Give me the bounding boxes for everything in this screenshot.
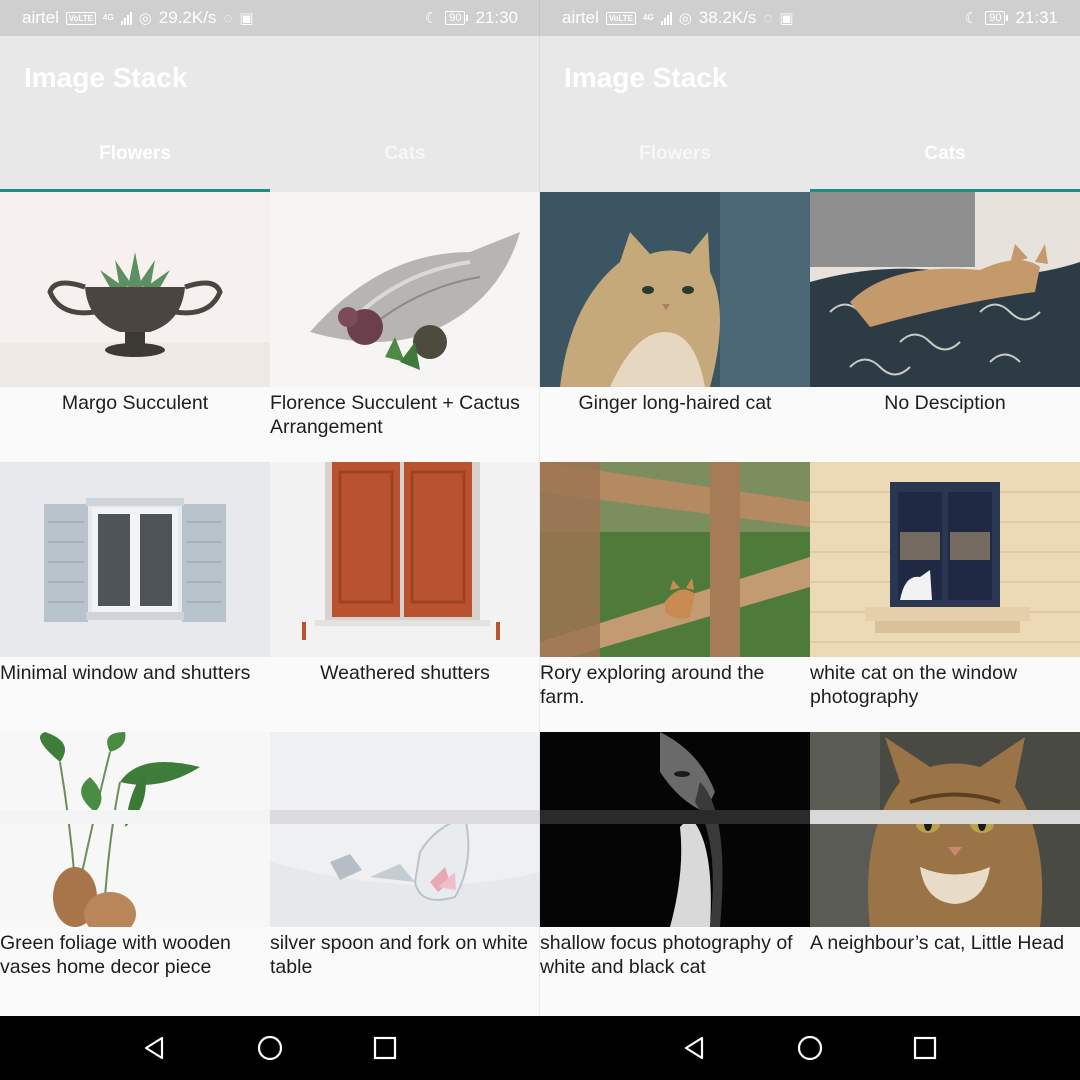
- grid-item[interactable]: Weathered shutters: [270, 462, 540, 732]
- photo: [0, 192, 270, 387]
- battery-icon: 90: [445, 11, 469, 25]
- item-caption: silver spoon and fork on white table: [270, 932, 528, 978]
- app-bar: Image Stack Flowers Cats: [0, 36, 540, 192]
- item-caption: Minimal window and shutters: [0, 662, 251, 684]
- carrier-label: airtel: [22, 8, 59, 27]
- carrier-label: airtel: [562, 8, 599, 27]
- instagram-icon: ▣: [779, 10, 794, 27]
- item-caption: A neighbour’s cat, Little Head: [810, 932, 1065, 954]
- grid-item[interactable]: No Desciption: [810, 192, 1080, 462]
- network-type: 4G: [643, 13, 654, 22]
- network-speed: 38.2K/s: [698, 8, 757, 27]
- recents-icon[interactable]: [909, 1032, 941, 1064]
- moon-icon: ☾: [424, 10, 439, 27]
- grid-item[interactable]: Florence Succulent + Cactus Arrangement: [270, 192, 540, 462]
- clock: 21:31: [1015, 8, 1058, 27]
- clock: 21:30: [475, 8, 518, 27]
- volte-badge: VoLTE: [605, 11, 637, 25]
- grid-item[interactable]: white cat on the window photography: [810, 462, 1080, 732]
- whatsapp-icon: ◌: [223, 9, 233, 27]
- app-title: Image Stack: [24, 62, 188, 93]
- grid-item[interactable]: A neighbour’s cat, Little Head: [810, 732, 1080, 1002]
- home-icon[interactable]: [794, 1032, 826, 1064]
- photo: [270, 732, 540, 927]
- tab-bar: Flowers Cats: [540, 116, 1080, 192]
- photo: [810, 192, 1080, 387]
- volte-badge: VoLTE: [65, 11, 97, 25]
- tab-bar: Flowers Cats: [0, 116, 540, 192]
- back-icon[interactable]: [678, 1032, 710, 1064]
- next-row-peek: [0, 810, 270, 824]
- hotspot-icon: ◎: [138, 10, 152, 27]
- recents-icon[interactable]: [369, 1032, 401, 1064]
- item-caption: Ginger long-haired cat: [578, 392, 772, 414]
- screen-cats: airtel VoLTE 4G ◎ 38.2K/s ◌ ▣ ☾ 90 21:31…: [540, 0, 1080, 1080]
- navigation-bar: [0, 1016, 540, 1080]
- photo: [810, 732, 1080, 927]
- battery-level: 90: [985, 11, 1006, 25]
- screen-flowers: airtel VoLTE 4G ◎ 29.2K/s ◌ ▣ ☾ 90 21:30…: [0, 0, 540, 1080]
- item-caption: Florence Succulent + Cactus Arrangement: [270, 392, 520, 438]
- whatsapp-icon: ◌: [763, 9, 773, 27]
- home-icon[interactable]: [254, 1032, 286, 1064]
- hotspot-icon: ◎: [678, 10, 692, 27]
- photo: [0, 732, 270, 927]
- tab-cats[interactable]: Cats: [270, 116, 540, 192]
- network-type: 4G: [103, 13, 114, 22]
- item-caption: No Desciption: [884, 392, 1006, 414]
- navigation-bar: [540, 1016, 1080, 1080]
- item-caption: white cat on the window photography: [810, 662, 1018, 708]
- photo: [270, 462, 540, 657]
- grid-item[interactable]: silver spoon and fork on white table: [270, 732, 540, 1002]
- app-bar: Image Stack Flowers Cats: [540, 36, 1080, 192]
- item-caption: Rory exploring around the farm.: [540, 662, 765, 708]
- instagram-icon: ▣: [239, 10, 254, 27]
- photo: [540, 192, 810, 387]
- grid-item[interactable]: Green foliage with wooden vases home dec…: [0, 732, 270, 1002]
- status-bar: airtel VoLTE 4G ◎ 29.2K/s ◌ ▣ ☾ 90 21:30: [0, 0, 540, 36]
- signal-icon: [660, 11, 672, 25]
- network-speed: 29.2K/s: [158, 8, 217, 27]
- item-caption: Weathered shutters: [320, 662, 490, 684]
- tab-flowers[interactable]: Flowers: [540, 116, 810, 192]
- next-row-peek: [540, 810, 810, 824]
- next-row-peek: [810, 810, 1080, 824]
- item-caption: Green foliage with wooden vases home dec…: [0, 932, 231, 978]
- item-caption: shallow focus photography of white and b…: [540, 932, 793, 978]
- photo: [270, 192, 540, 387]
- photo: [0, 462, 270, 657]
- signal-icon: [120, 11, 132, 25]
- grid-item[interactable]: Ginger long-haired cat: [540, 192, 810, 462]
- app-title: Image Stack: [564, 62, 728, 93]
- grid-item[interactable]: Margo Succulent: [0, 192, 270, 462]
- moon-icon: ☾: [964, 10, 979, 27]
- back-icon[interactable]: [138, 1032, 170, 1064]
- photo: [540, 732, 810, 927]
- photo: [540, 462, 810, 657]
- grid-item[interactable]: shallow focus photography of white and b…: [540, 732, 810, 1002]
- status-bar: airtel VoLTE 4G ◎ 38.2K/s ◌ ▣ ☾ 90 21:31: [540, 0, 1080, 36]
- grid-item[interactable]: Rory exploring around the farm.: [540, 462, 810, 732]
- photo: [810, 462, 1080, 657]
- item-caption: Margo Succulent: [61, 392, 209, 414]
- next-row-peek: [270, 810, 540, 824]
- grid-item[interactable]: Minimal window and shutters: [0, 462, 270, 732]
- battery-icon: 90: [985, 11, 1009, 25]
- battery-level: 90: [445, 11, 466, 25]
- tab-cats[interactable]: Cats: [810, 116, 1080, 192]
- tab-flowers[interactable]: Flowers: [0, 116, 270, 192]
